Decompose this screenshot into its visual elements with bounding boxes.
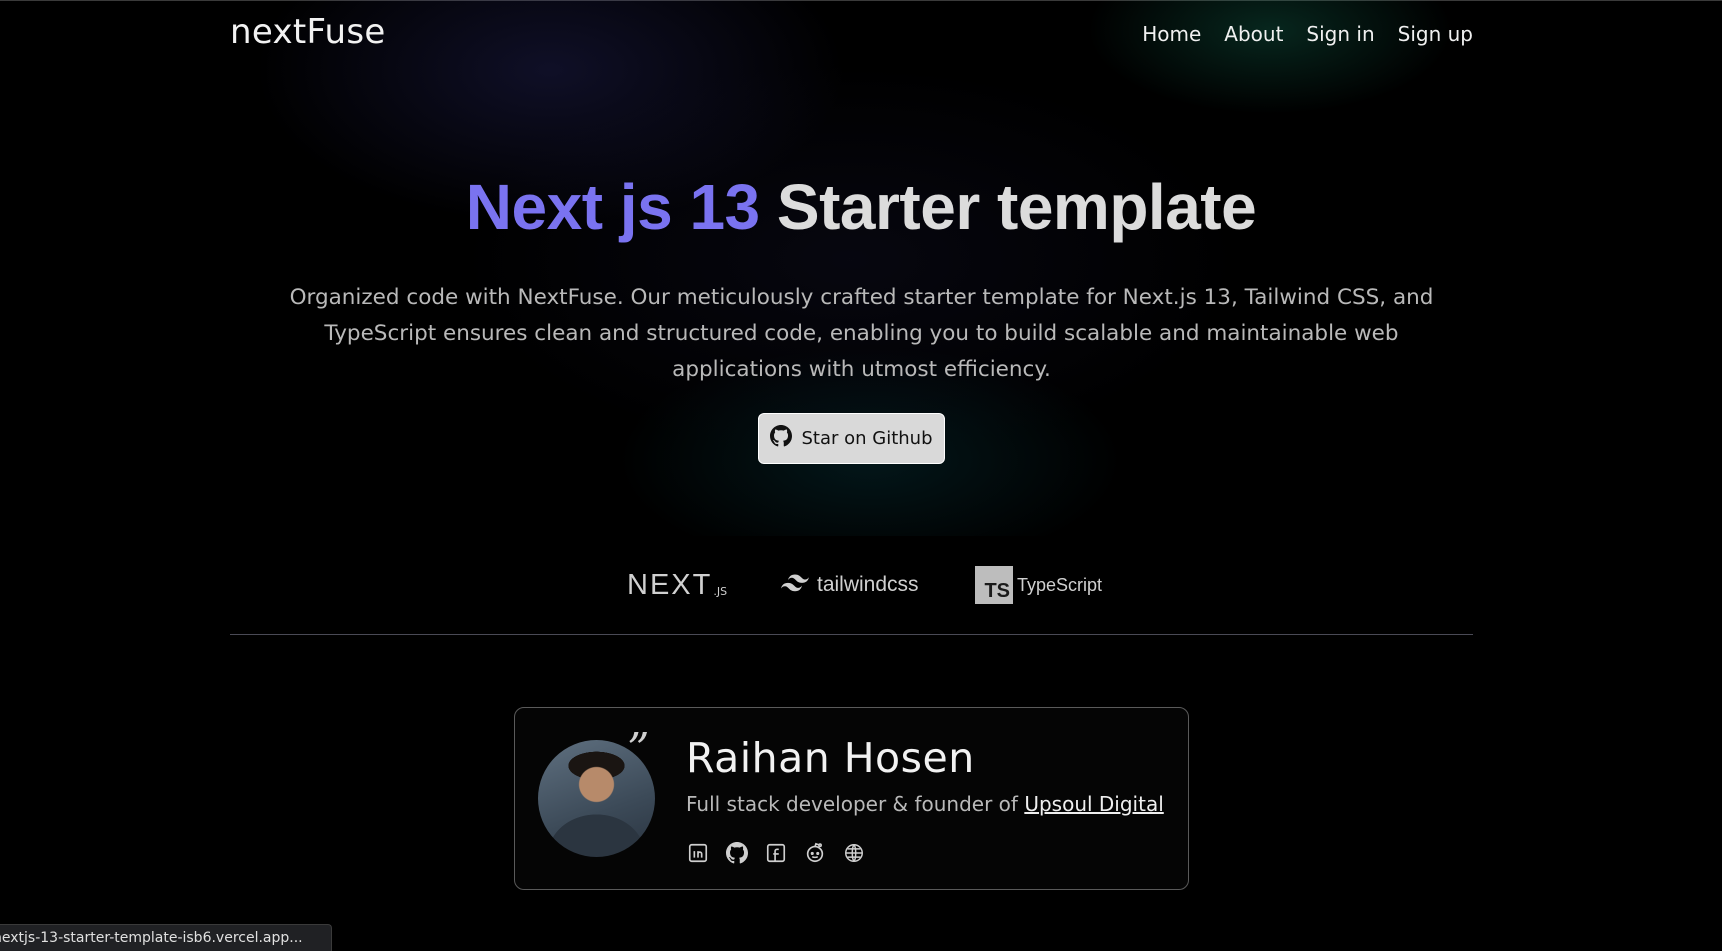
author-role: Full stack developer & founder of Upsoul… [686, 792, 1164, 816]
github-icon [770, 425, 793, 452]
nextjs-logo-text: NEXT [627, 568, 713, 601]
hero-title: Next js 13 Starter template [0, 170, 1722, 244]
star-on-github-button[interactable]: Star on Github [758, 413, 945, 464]
main-nav: Home About Sign in Sign up [1142, 22, 1473, 46]
nextjs-logo: NEXT .JS [627, 560, 727, 610]
nav-sign-in-link[interactable]: Sign in [1306, 22, 1374, 46]
brand-logo[interactable]: nextFuse [230, 12, 386, 52]
github-icon[interactable] [725, 841, 749, 865]
social-links [686, 841, 866, 865]
nav-about-link[interactable]: About [1224, 22, 1283, 46]
hero-description: Organized code with NextFuse. Our meticu… [289, 285, 1434, 382]
browser-status-bar: nextjs-13-starter-template-isb6.vercel.a… [0, 924, 332, 951]
typescript-logo: TS TypeScript [975, 560, 1102, 610]
company-link[interactable]: Upsoul Digital [1024, 792, 1163, 816]
window-top-border [0, 0, 1722, 1]
star-on-github-label: Star on Github [801, 428, 933, 449]
typescript-logo-text: TypeScript [1017, 574, 1103, 595]
nav-home-link[interactable]: Home [1142, 22, 1201, 46]
linkedin-icon[interactable] [686, 841, 710, 865]
nav-sign-up-link[interactable]: Sign up [1398, 22, 1473, 46]
section-divider [230, 634, 1473, 635]
status-url: nextjs-13-starter-template-isb6.vercel.a… [0, 930, 303, 946]
author-name: Raihan Hosen [686, 734, 975, 782]
tailwind-wave-icon [781, 574, 809, 596]
quote-icon: ” [627, 724, 650, 775]
tailwindcss-logo: tailwindcss [781, 560, 919, 610]
facebook-icon[interactable] [764, 841, 788, 865]
reddit-icon[interactable] [803, 841, 827, 865]
typescript-badge: TS [975, 566, 1013, 604]
tailwindcss-logo-text: tailwindcss [817, 573, 919, 596]
hero-title-accent: Next js 13 [465, 171, 760, 243]
nextjs-logo-suffix: .JS [713, 584, 728, 598]
author-role-text: Full stack developer & founder of [686, 792, 1018, 816]
globe-icon[interactable] [842, 841, 866, 865]
hero-title-rest: Starter template [776, 171, 1257, 243]
author-card: ” Raihan Hosen Full stack developer & fo… [514, 707, 1189, 890]
